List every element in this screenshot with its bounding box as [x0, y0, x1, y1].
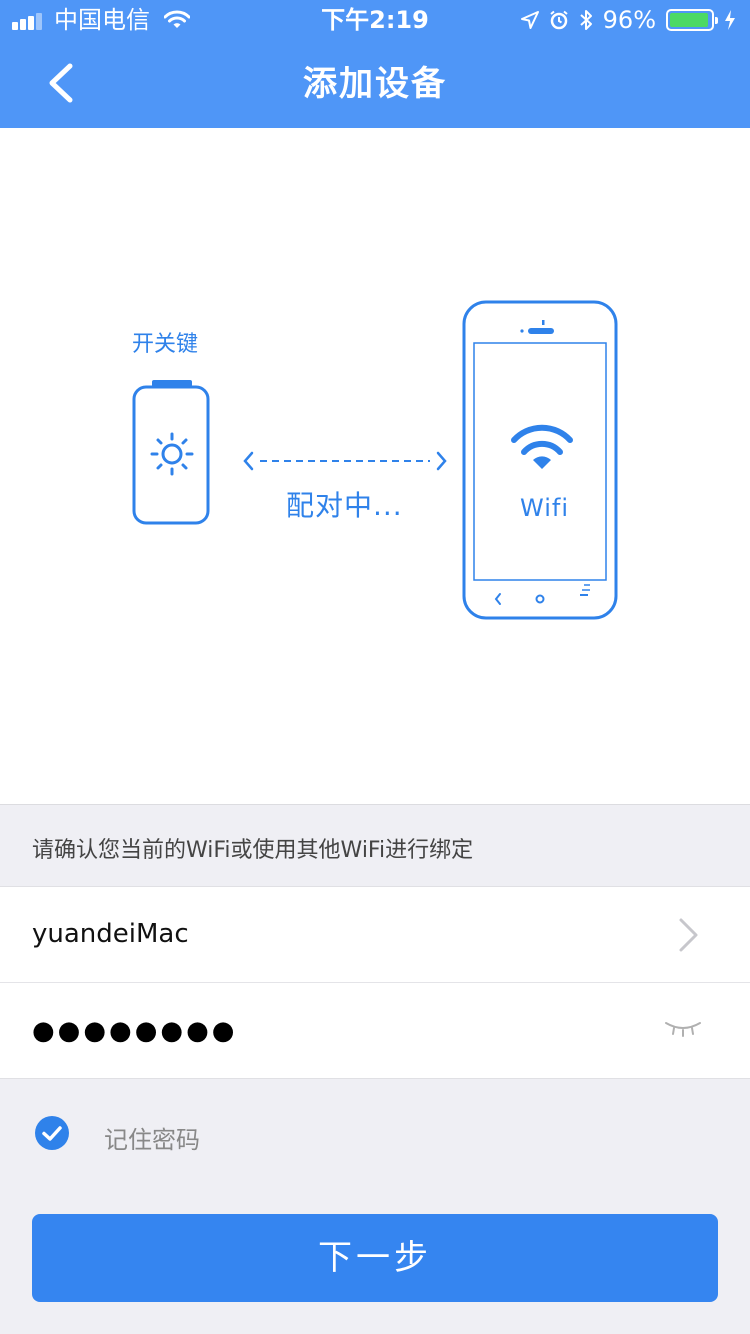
battery-icon	[666, 9, 718, 31]
status-bar: 中国电信 下午2:19 96%	[0, 0, 750, 40]
pairing-status: 配对中...	[286, 489, 403, 522]
remember-password-checkbox[interactable]	[35, 1116, 69, 1150]
alarm-icon	[550, 10, 568, 30]
wifi-ssid: yuandeiMac	[32, 919, 189, 949]
next-step-button[interactable]: 下一步	[32, 1214, 718, 1302]
page-title: 添加设备	[303, 64, 447, 104]
location-icon	[520, 11, 539, 29]
sun-icon	[150, 432, 194, 476]
wifi-icon	[511, 424, 573, 455]
pairing-arrow-icon	[243, 451, 447, 471]
password-row	[0, 982, 750, 1079]
status-right: 96%	[520, 6, 736, 34]
wifi-hint-text: 请确认您当前的WiFi或使用其他WiFi进行绑定	[32, 838, 474, 863]
header: 中国电信 下午2:19 96% 添加设备	[0, 0, 750, 128]
battery-percent: 96%	[602, 6, 656, 34]
pairing-illustration: 开关键 配对中... Wifi	[0, 128, 750, 804]
wifi-label: Wifi	[520, 494, 569, 522]
chevron-right-icon	[679, 918, 698, 952]
password-field[interactable]	[32, 1011, 632, 1051]
smart-device-icon	[132, 380, 210, 525]
phone-icon	[462, 300, 618, 620]
wifi-hint-row: 请确认您当前的WiFi或使用其他WiFi进行绑定	[0, 804, 750, 886]
bluetooth-icon	[579, 10, 592, 30]
remember-password-label: 记住密码	[104, 1126, 200, 1154]
eye-closed-icon[interactable]	[664, 1019, 702, 1039]
switch-key-label: 开关键	[132, 332, 199, 357]
checkmark-icon	[42, 1126, 62, 1141]
charging-bolt-icon	[725, 10, 735, 30]
wifi-ssid-row[interactable]: yuandeiMac	[0, 886, 750, 982]
